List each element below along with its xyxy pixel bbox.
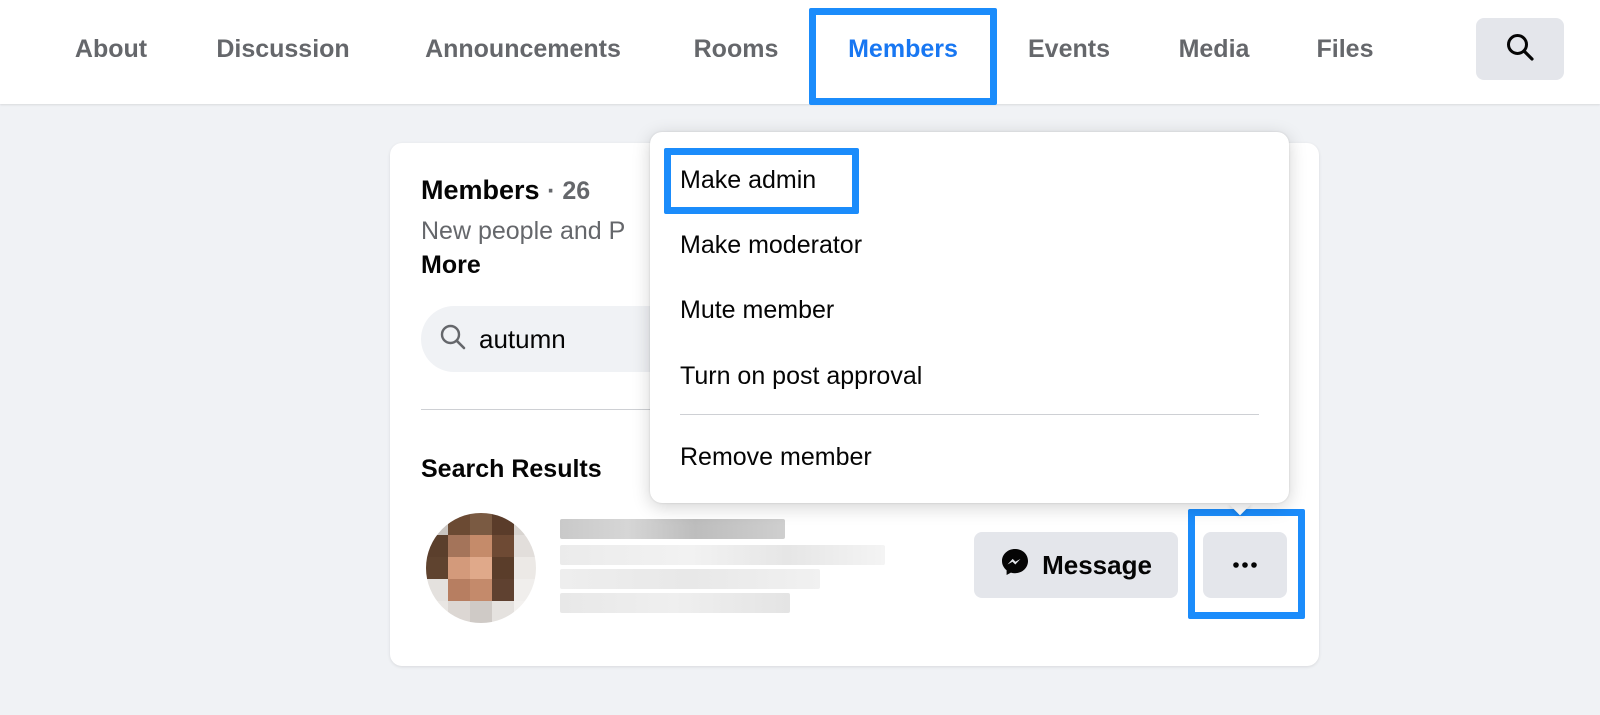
messenger-icon (1000, 547, 1030, 584)
member-details-redacted (560, 519, 890, 615)
tab-announcements[interactable]: Announcements (400, 0, 646, 98)
menu-item-make-moderator[interactable]: Make moderator (666, 216, 1273, 274)
menu-divider (680, 414, 1259, 415)
tab-rooms[interactable]: Rooms (676, 0, 796, 98)
group-tab-bar: About Discussion Announcements Rooms Mem… (0, 0, 1600, 104)
members-heading: Members · 26 (421, 175, 590, 206)
members-title: Members (421, 175, 540, 205)
menu-item-turn-on-post-approval[interactable]: Turn on post approval (666, 347, 1273, 405)
group-search-button[interactable] (1476, 18, 1564, 80)
tab-members[interactable]: Members (823, 0, 983, 98)
tab-events[interactable]: Events (1011, 0, 1127, 98)
menu-item-mute-member[interactable]: Mute member (666, 281, 1273, 339)
more-horizontal-icon (1232, 556, 1258, 574)
menu-item-make-admin[interactable]: Make admin (666, 151, 1273, 209)
search-icon (1505, 32, 1535, 67)
tab-discussion[interactable]: Discussion (192, 0, 374, 98)
search-icon (439, 323, 467, 356)
message-button-label: Message (1042, 549, 1152, 580)
see-more-link[interactable]: More (421, 251, 481, 280)
avatar[interactable] (426, 513, 536, 623)
tab-about[interactable]: About (52, 0, 170, 98)
members-description: New people and P (421, 217, 626, 245)
search-results-heading: Search Results (421, 455, 602, 483)
tab-files[interactable]: Files (1300, 0, 1390, 98)
member-options-menu: Make admin Make moderator Mute member Tu… (650, 132, 1289, 503)
tab-media[interactable]: Media (1158, 0, 1270, 98)
member-more-options-button[interactable] (1203, 532, 1287, 598)
message-button[interactable]: Message (974, 532, 1178, 598)
members-count: · 26 (547, 177, 591, 205)
menu-item-remove-member[interactable]: Remove member (666, 428, 1273, 486)
